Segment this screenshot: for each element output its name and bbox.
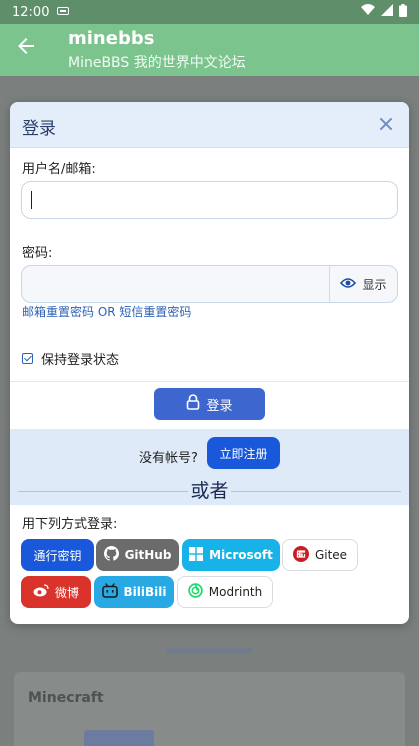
passkey-login-button[interactable]: 通行密钥 — [21, 539, 94, 571]
background-link — [166, 648, 252, 654]
bilibili-icon — [101, 583, 118, 601]
register-button[interactable]: 立即注册 — [207, 437, 280, 469]
gitee-icon — [292, 545, 309, 565]
passkey-label: 通行密钥 — [33, 548, 82, 563]
modrinth-label: Modrinth — [208, 585, 263, 599]
show-password-button[interactable]: 显示 — [329, 266, 397, 302]
github-login-button[interactable]: GitHub — [96, 539, 179, 571]
modal-title: 登录 — [22, 119, 56, 139]
show-password-label: 显示 — [362, 277, 387, 292]
modrinth-icon — [188, 583, 203, 601]
text-cursor — [31, 191, 32, 209]
status-time: 12:00 — [12, 4, 50, 20]
battery-icon — [399, 3, 407, 21]
bilibili-login-button[interactable]: BiliBili — [94, 576, 174, 608]
gitee-label: Gitee — [314, 548, 348, 562]
arrow-back-icon[interactable] — [14, 34, 38, 58]
reset-password-link[interactable]: 邮箱重置密码 OR 短信重置密码 — [22, 303, 191, 320]
weibo-label: 微博 — [54, 585, 79, 600]
register-section: 没有帐号? 立即注册 或者 — [10, 429, 409, 505]
app-subtitle: MineBBS 我的世界中文论坛 — [68, 55, 246, 71]
lock-icon — [186, 394, 200, 414]
checkbox-checked-icon — [22, 353, 33, 364]
background-card: Minecraft — [14, 672, 405, 746]
username-label: 用户名/邮箱: — [22, 162, 96, 177]
eye-icon — [340, 277, 357, 292]
bilibili-label: BiliBili — [123, 585, 167, 599]
signal-icon — [381, 4, 393, 20]
microsoft-label: Microsoft — [209, 548, 273, 562]
remember-me-checkbox[interactable]: 保持登录状态 — [22, 349, 119, 368]
divider — [10, 381, 409, 382]
status-bar: 12:00 — [0, 0, 419, 24]
username-input[interactable] — [21, 181, 398, 219]
github-icon — [103, 546, 119, 564]
login-button[interactable]: 登录 — [154, 388, 265, 420]
remember-me-label: 保持登录状态 — [41, 353, 120, 368]
app-title: minebbs — [68, 28, 155, 49]
third-party-label: 用下列方式登录: — [22, 517, 118, 532]
login-modal: 登录 用户名/邮箱: 密码: 显示 邮箱重置密码 OR 短信重置密码 保持登录状… — [10, 102, 409, 624]
github-label: GitHub — [124, 548, 172, 562]
wifi-icon — [361, 4, 375, 20]
sim-icon — [57, 6, 70, 18]
microsoft-login-button[interactable]: Microsoft — [182, 539, 280, 571]
app-bar: minebbs MineBBS 我的世界中文论坛 — [0, 24, 419, 76]
modal-header: 登录 — [10, 102, 409, 148]
login-button-label: 登录 — [206, 398, 233, 414]
weibo-login-button[interactable]: 微博 — [21, 576, 91, 608]
no-account-text: 没有帐号? — [139, 451, 198, 466]
gitee-login-button[interactable]: Gitee — [282, 539, 358, 571]
or-text-wrap: 或者 — [10, 476, 409, 503]
password-input[interactable]: 显示 — [21, 265, 398, 303]
background-card-button — [84, 730, 154, 746]
windows-icon — [189, 546, 204, 564]
password-label: 密码: — [22, 246, 53, 261]
close-icon[interactable] — [375, 113, 397, 135]
weibo-icon — [33, 584, 49, 600]
background-card-title: Minecraft — [28, 690, 104, 706]
modrinth-login-button[interactable]: Modrinth — [177, 576, 273, 608]
or-text: 或者 — [188, 480, 231, 502]
